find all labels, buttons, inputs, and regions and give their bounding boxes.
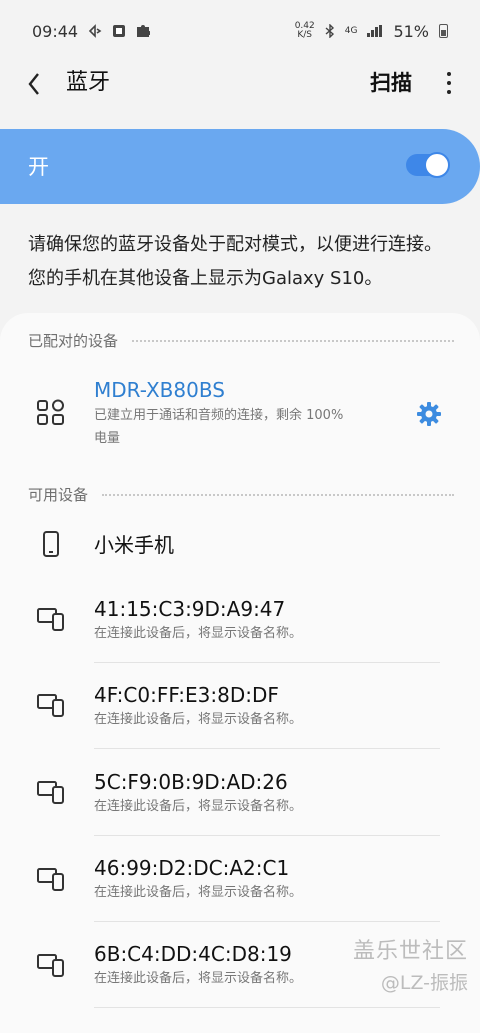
gear-icon[interactable]: [416, 401, 442, 427]
bluetooth-description: 请确保您的蓝牙设备处于配对模式，以便进行连接。 您的手机在其他设备上显示为Gal…: [28, 234, 442, 289]
app-notification-icon: [113, 25, 126, 37]
watermark-author: @LZ-振振: [380, 972, 468, 994]
net-speed: 0.42 K/S: [294, 21, 315, 40]
device-name: 41:15:C3:9D:A9:47: [94, 597, 286, 621]
row-divider: [94, 921, 440, 922]
headphones-grid-icon: [37, 399, 64, 425]
header-divider: [132, 340, 454, 342]
devices-icon: [37, 781, 64, 804]
watermark-title: 盖乐世社区: [352, 939, 468, 964]
back-button[interactable]: [26, 66, 42, 111]
paired-device-status-cont: 电量: [94, 431, 121, 446]
status-left: 09:44: [32, 21, 151, 41]
device-name: 46:99:D2:DC:A2:C1: [94, 856, 290, 880]
bluetooth-switch[interactable]: [406, 152, 450, 178]
devices-icon: [37, 608, 64, 631]
bluetooth-icon: [325, 24, 334, 38]
device-subtitle: 在连接此设备后，将显示设备名称。: [94, 971, 303, 986]
paired-device-name: MDR-XB80BS: [94, 378, 225, 402]
battery-icon: [439, 24, 448, 38]
header-divider: [102, 494, 454, 496]
network-type: 4G: [344, 25, 358, 36]
paired-devices-header: 已配对的设备: [28, 331, 454, 351]
row-divider: [94, 1007, 440, 1008]
scan-button[interactable]: 扫描: [370, 68, 412, 98]
devices-icon: [37, 954, 64, 977]
device-name: 小米手机: [94, 533, 174, 557]
clock: 09:44: [32, 21, 79, 41]
status-bar: 09:44 0.42 K/S 4G 51%: [0, 0, 480, 62]
signal-icon: [367, 25, 383, 37]
devices-icon: [37, 868, 64, 891]
device-subtitle: 在连接此设备后，将显示设备名称。: [94, 885, 303, 900]
devices-icon: [37, 694, 64, 717]
chevron-left-icon: [28, 73, 39, 95]
more-options-button[interactable]: [446, 72, 452, 99]
row-divider: [94, 835, 440, 836]
device-subtitle: 在连接此设备后，将显示设备名称。: [94, 712, 303, 727]
page-title: 蓝牙: [66, 70, 111, 95]
devices-panel: 已配对的设备 MDR-XB80BS 已建立用于通话和音频的连接，剩余 100% …: [0, 313, 480, 1033]
device-name: 6B:C4:DD:4C:D8:19: [94, 942, 292, 966]
available-devices-header: 可用设备: [28, 485, 454, 505]
paired-device-status: 已建立用于通话和音频的连接，剩余 100%: [94, 408, 344, 423]
switch-knob: [424, 152, 450, 178]
status-right: 0.42 K/S 4G 51%: [295, 22, 448, 41]
phone-icon: [43, 531, 59, 557]
battery-percent: 51%: [393, 21, 429, 41]
device-name: 5C:F9:0B:9D:AD:26: [94, 770, 288, 794]
bluetooth-toggle-row[interactable]: 开: [0, 129, 480, 204]
device-subtitle: 在连接此设备后，将显示设备名称。: [94, 799, 303, 814]
device-subtitle: 在连接此设备后，将显示设备名称。: [94, 626, 303, 641]
puzzle-icon: [137, 25, 151, 37]
more-vert-icon: [447, 72, 451, 76]
row-divider: [94, 662, 440, 663]
app-bar: 蓝牙 扫描: [0, 62, 480, 106]
device-name: 4F:C0:FF:E3:8D:DF: [94, 683, 279, 707]
toggle-label: 开: [28, 155, 49, 179]
row-divider: [94, 748, 440, 749]
notification-icon: [88, 24, 102, 38]
